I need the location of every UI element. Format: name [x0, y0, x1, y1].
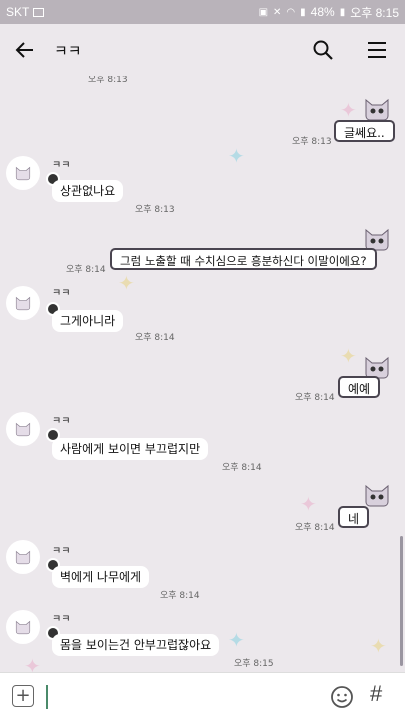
my-message-bubble[interactable]: 글쎄요..: [334, 120, 395, 142]
their-message-bubble[interactable]: 사람에게 보이면 부끄럽지만: [52, 438, 209, 460]
cat-sticker-icon: [365, 484, 389, 507]
message-time: 오후 8:15: [234, 659, 274, 669]
plus-icon: +: [15, 685, 31, 706]
star-decoration: ✦: [340, 98, 357, 122]
cat-sticker-icon: [365, 98, 389, 121]
input-bar: + #: [0, 672, 405, 720]
my-message-bubble[interactable]: 예예: [338, 376, 381, 398]
hashtag-button[interactable]: #: [370, 681, 382, 707]
chat-header: ㅋㅋ: [0, 24, 405, 76]
signal-icon: ▮: [300, 6, 306, 18]
nfc-icon: ▣: [258, 6, 269, 18]
message-input[interactable]: [52, 683, 312, 711]
wifi-icon: ◠: [286, 6, 296, 18]
sender-name: ㅋㅋ: [52, 288, 71, 299]
message-time: 오후 8:13: [88, 76, 128, 85]
star-decoration: ✦: [340, 344, 357, 368]
their-message-bubble[interactable]: 몸을 보이는건 안부끄럽잖아요: [52, 634, 220, 656]
message-time: 오후 8:14: [295, 523, 335, 533]
clock: 오후 8:15: [350, 5, 399, 20]
my-message-bubble[interactable]: 그럼 노출할 때 수치심으로 흥분하신다 이말이에요?: [110, 248, 377, 270]
star-decoration: ✦: [300, 492, 317, 516]
sender-name: ㅋㅋ: [52, 546, 71, 557]
star-decoration: ✦: [40, 76, 57, 80]
back-button[interactable]: [0, 24, 50, 76]
sender-name: ㅋㅋ: [52, 614, 71, 625]
chat-title: ㅋㅋ: [54, 41, 82, 60]
star-decoration: ✦: [118, 271, 135, 295]
sender-name: ㅋㅋ: [52, 416, 71, 427]
cat-avatar-icon: [15, 620, 31, 635]
back-arrow-icon: [15, 42, 33, 58]
message-time: 오후 8:14: [222, 463, 262, 473]
their-message-bubble[interactable]: 상관없나요: [52, 180, 124, 202]
battery-percent: 48%: [310, 5, 335, 19]
gallery-notification-icon: [33, 7, 45, 17]
add-attachment-button[interactable]: +: [12, 685, 34, 707]
avatar[interactable]: [6, 156, 40, 190]
cat-avatar-icon: [15, 422, 31, 437]
chat-area[interactable]: ✦ ✦ ✦ ✦ ✦ ✦ ✦ ✦ ✦ 오후 8:13 오후 8:13 글쎄요.. …: [0, 76, 405, 672]
star-decoration: ✦: [24, 654, 41, 672]
avatar[interactable]: [6, 412, 40, 446]
carrier-label: SKT: [6, 5, 30, 19]
message-time: 오후 8:13: [135, 205, 175, 215]
message-time: 오후 8:13: [292, 137, 332, 147]
mute-icon: ✕: [273, 6, 282, 18]
my-message-bubble[interactable]: 네: [338, 506, 370, 528]
message-time: 오후 8:14: [135, 333, 175, 343]
cat-avatar-icon: [15, 296, 31, 311]
star-decoration: ✦: [370, 634, 387, 658]
text-cursor: [46, 685, 48, 709]
status-right: ▣ ✕ ◠ ▮ 48% ▮ 오후 8:15: [259, 4, 399, 21]
their-message-bubble[interactable]: 벽에게 나무에게: [52, 566, 150, 588]
search-icon[interactable]: [311, 38, 335, 62]
menu-icon[interactable]: [365, 38, 389, 62]
avatar[interactable]: [6, 286, 40, 320]
message-time: 오후 8:14: [295, 393, 335, 403]
status-bar: SKT ▣ ✕ ◠ ▮ 48% ▮ 오후 8:15: [0, 0, 405, 24]
their-message-bubble[interactable]: 그게아니라: [52, 310, 124, 332]
star-decoration: ✦: [228, 144, 245, 168]
scrollbar[interactable]: [400, 536, 403, 666]
sender-name: ㅋㅋ: [52, 160, 71, 171]
avatar[interactable]: [6, 540, 40, 574]
cat-avatar-icon: [15, 550, 31, 565]
message-time: 오후 8:14: [160, 591, 200, 601]
cat-avatar-icon: [15, 166, 31, 181]
star-decoration: ✦: [228, 628, 245, 652]
avatar[interactable]: [6, 610, 40, 644]
battery-icon: ▮: [339, 6, 346, 18]
message-time: 오후 8:14: [66, 265, 106, 275]
emoji-icon[interactable]: [330, 685, 354, 709]
